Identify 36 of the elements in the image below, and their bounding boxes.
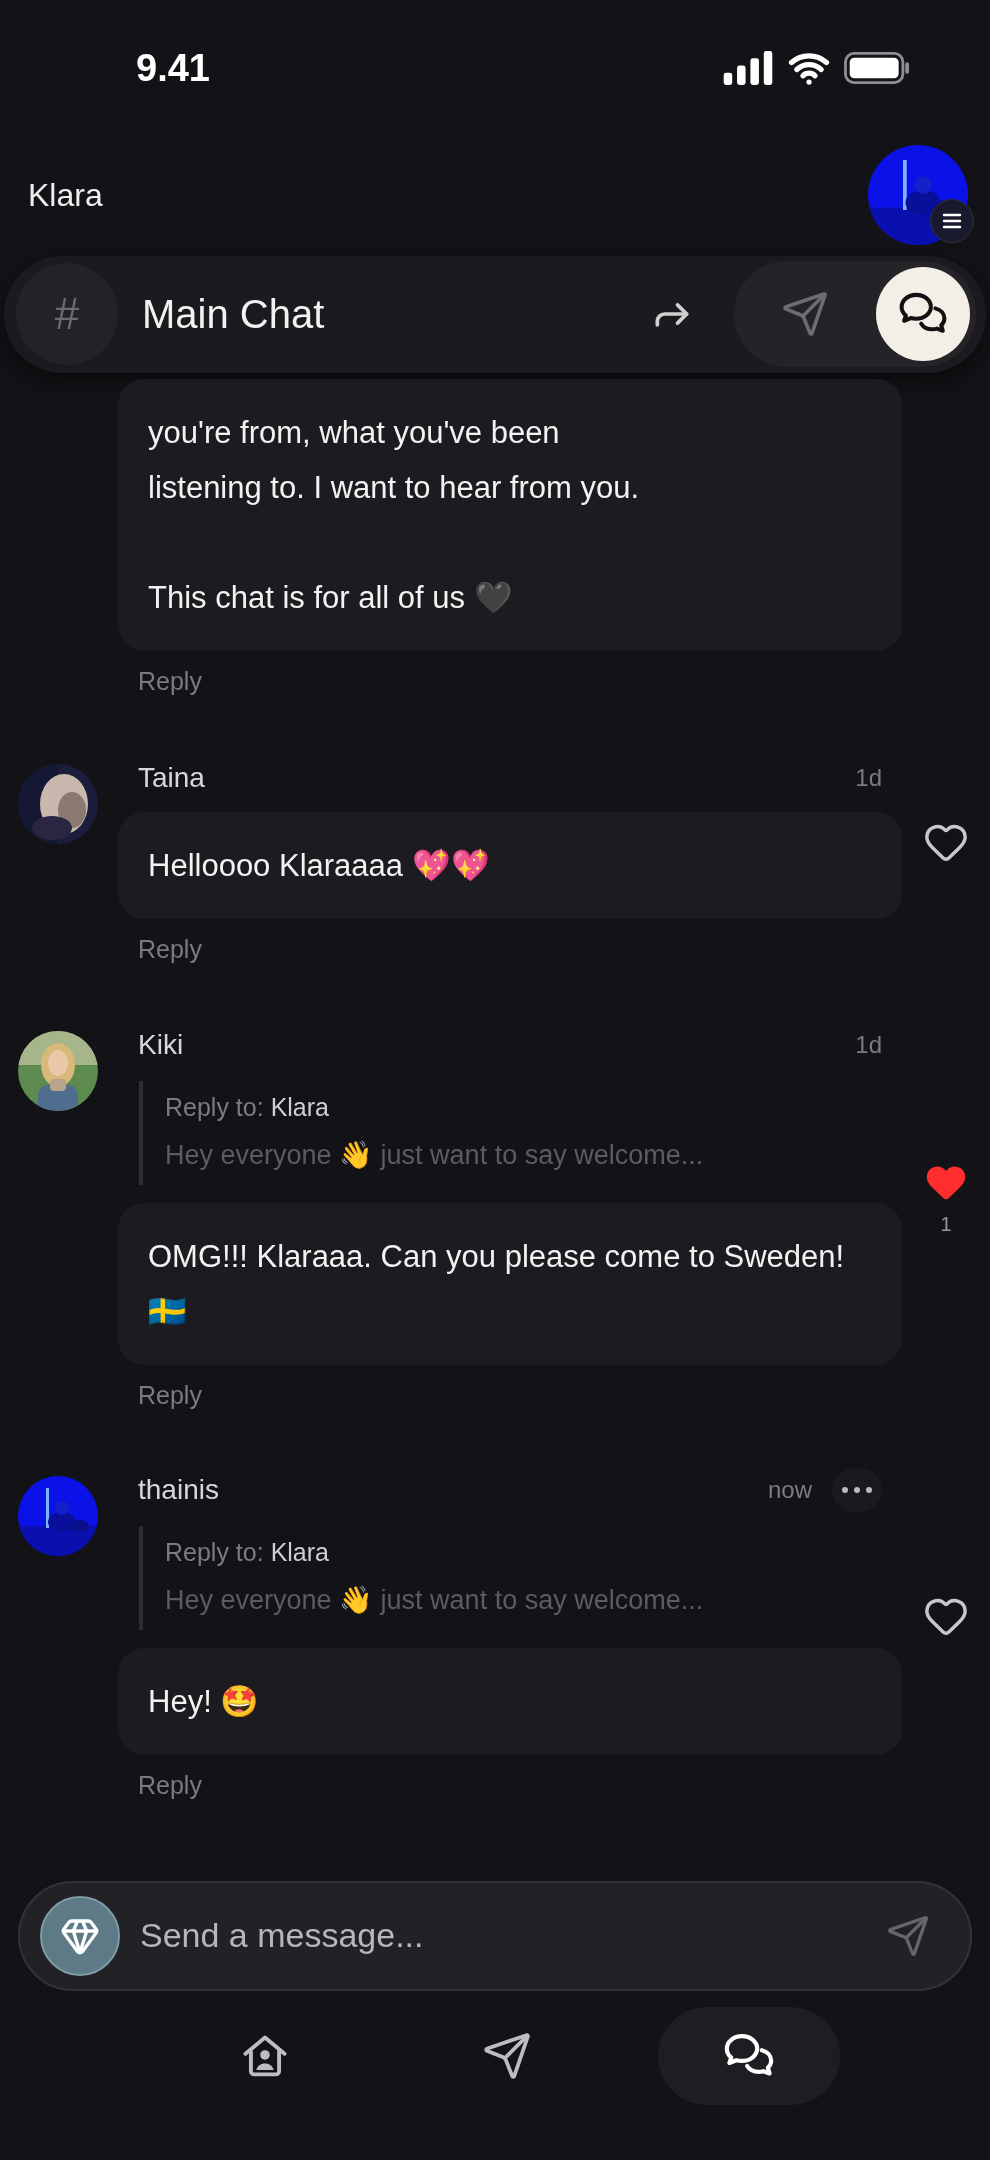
battery-icon bbox=[844, 52, 910, 85]
like-count: 1 bbox=[940, 1212, 952, 1238]
signal-icon bbox=[722, 51, 774, 86]
menu-icon bbox=[942, 212, 962, 229]
author-name: thainis bbox=[138, 1473, 220, 1508]
quote-author: Klara bbox=[270, 1092, 329, 1121]
send-icon bbox=[781, 290, 829, 339]
message-time: 1d bbox=[855, 763, 882, 794]
message-bubble: OMG!!! Klaraaa. Can you please come to Sweden! 🇸🇪 bbox=[118, 1202, 902, 1365]
message-field[interactable]: Send a message... bbox=[140, 1910, 886, 1962]
view-tab[interactable] bbox=[876, 267, 970, 362]
reply-link[interactable]: Reply bbox=[138, 931, 202, 969]
send-icon bbox=[482, 2030, 532, 2081]
message-bubble: Hey! 🤩 bbox=[118, 1648, 902, 1756]
message-time: 1d bbox=[855, 1029, 882, 1060]
channel-hash: # bbox=[16, 263, 118, 366]
more-button[interactable] bbox=[832, 1468, 882, 1513]
message-input[interactable]: Send a message... bbox=[18, 1880, 972, 1991]
reply-link[interactable]: Reply bbox=[138, 1376, 202, 1415]
reply-link[interactable]: Reply bbox=[138, 1767, 202, 1805]
status-time: 9.41 bbox=[136, 45, 210, 91]
author-name: Kiki bbox=[138, 1027, 185, 1062]
author-name: Taina bbox=[138, 761, 206, 796]
quote-text: Hey everyone 👋 just want to say welcome... bbox=[165, 1138, 705, 1172]
header-title: Klara bbox=[28, 175, 103, 215]
message-bubble: you're from, what you've been listening to. I want to hear from you. This chat is for all of us 🖤 bbox=[118, 378, 902, 651]
quote-label: Reply to: bbox=[165, 1092, 264, 1121]
send-icon[interactable] bbox=[886, 1913, 930, 1958]
quote-text: Hey everyone 👋 just want to say welcome... bbox=[165, 1584, 705, 1618]
channel-title: Main Chat bbox=[142, 291, 326, 339]
quote-author: Klara bbox=[270, 1538, 329, 1567]
message-bubble: Helloooo Klaraaaa 💖💖 bbox=[118, 812, 902, 920]
message-time: now bbox=[767, 1475, 812, 1506]
more-icon bbox=[842, 1487, 872, 1494]
quote-label: Reply to: bbox=[165, 1538, 264, 1567]
reply-link[interactable]: Reply bbox=[138, 662, 202, 701]
